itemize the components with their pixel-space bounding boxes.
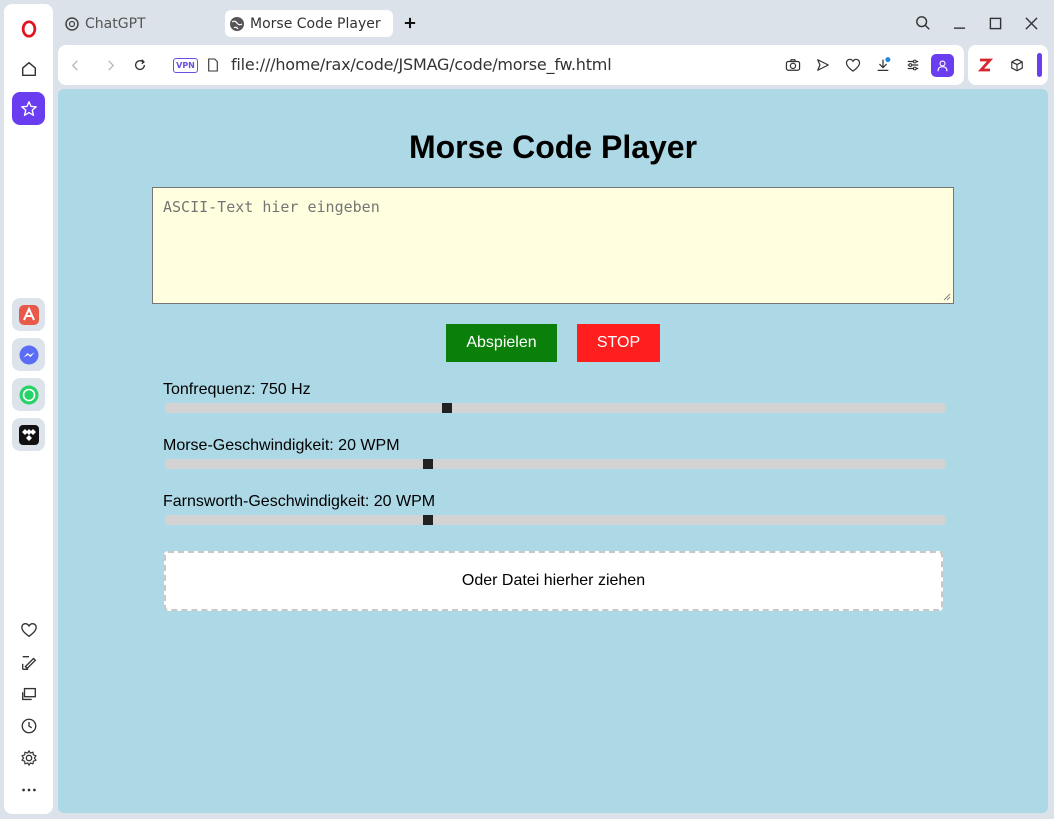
messenger-icon[interactable] [12,338,45,371]
minimize-icon [953,26,965,29]
frequency-slider-thumb[interactable] [442,403,452,413]
speed-label: Morse-Geschwindigkeit: 20 WPM [163,437,400,454]
stop-button[interactable]: STOP [577,324,660,362]
camera-icon[interactable] [783,55,803,75]
snapshot-icon[interactable] [12,677,45,710]
frequency-label: Tonfrequenz: 750 Hz [163,381,311,398]
aria-icon[interactable] [12,298,45,331]
resize-grip-icon[interactable] [943,293,951,301]
close-icon [1024,16,1038,30]
new-tab-button[interactable] [400,13,420,33]
tab-label: Morse Code Player [250,15,381,32]
reload-icon [134,59,146,71]
page-title: Morse Code Player [408,129,698,165]
textarea-placeholder: ASCII-Text hier eingeben [163,198,380,216]
text-input[interactable]: ASCII-Text hier eingeben [152,187,954,304]
pinboard-icon[interactable] [12,92,45,125]
maximize-button[interactable] [981,10,1009,36]
tab-label: ChatGPT [85,15,146,32]
profile-icon [937,60,948,72]
tab-chatgpt[interactable]: ChatGPT [60,10,220,37]
download-icon[interactable] [873,55,893,75]
play-button[interactable]: Abspielen [446,324,557,362]
vpn-badge[interactable]: VPN [173,58,198,73]
zotero-icon[interactable] [975,55,995,75]
browser-window: ChatGPT Morse Code Player VPN file:///ho… [0,0,1054,819]
maximize-icon [989,17,1001,29]
farnsworth-slider[interactable] [165,515,945,525]
chatgpt-icon [64,16,80,32]
tab-morse-code-player[interactable]: Morse Code Player [225,10,393,37]
home-icon[interactable] [12,52,45,85]
minimize-button[interactable] [945,10,973,36]
sidebar [4,4,53,814]
tidal-icon[interactable] [12,418,45,451]
search-tabs-button[interactable] [909,10,937,36]
page-content: Morse Code Player ASCII-Text hier eingeb… [58,89,1048,813]
speed-slider-thumb[interactable] [423,459,433,469]
whatsapp-icon[interactable] [12,378,45,411]
plus-icon [404,17,416,29]
file-dropzone[interactable]: Oder Datei hierher ziehen [164,551,943,611]
forward-button[interactable] [100,55,120,75]
back-icon [71,59,78,71]
more-icon[interactable] [12,773,45,806]
farnsworth-label: Farnsworth-Geschwindigkeit: 20 WPM [163,493,436,510]
search-icon [916,16,930,30]
history-icon[interactable] [12,709,45,742]
extensions-bar [968,45,1048,85]
globe-icon [229,16,245,32]
forward-icon [107,59,114,71]
profile-button[interactable] [931,54,954,77]
send-icon[interactable] [813,55,833,75]
address-bar: VPN file:///home/rax/code/JSMAG/code/mor… [58,45,964,85]
frequency-slider[interactable] [165,403,945,413]
reload-button[interactable] [130,55,150,75]
heart-icon[interactable] [12,613,45,646]
speed-slider[interactable] [165,459,945,469]
url-field[interactable]: file:///home/rax/code/JSMAG/code/morse_f… [231,55,612,74]
extensions-icon[interactable] [1007,55,1027,75]
back-button[interactable] [65,55,85,75]
settings-icon[interactable] [12,741,45,774]
easy-setup-icon[interactable] [903,55,923,75]
file-icon[interactable] [203,55,223,75]
heart-icon[interactable] [843,55,863,75]
opera-logo-icon[interactable] [12,12,45,45]
farnsworth-slider-thumb[interactable] [423,515,433,525]
close-button[interactable] [1017,10,1045,36]
sidebar-toggle[interactable] [1037,53,1042,77]
edit-icon[interactable] [12,646,45,679]
